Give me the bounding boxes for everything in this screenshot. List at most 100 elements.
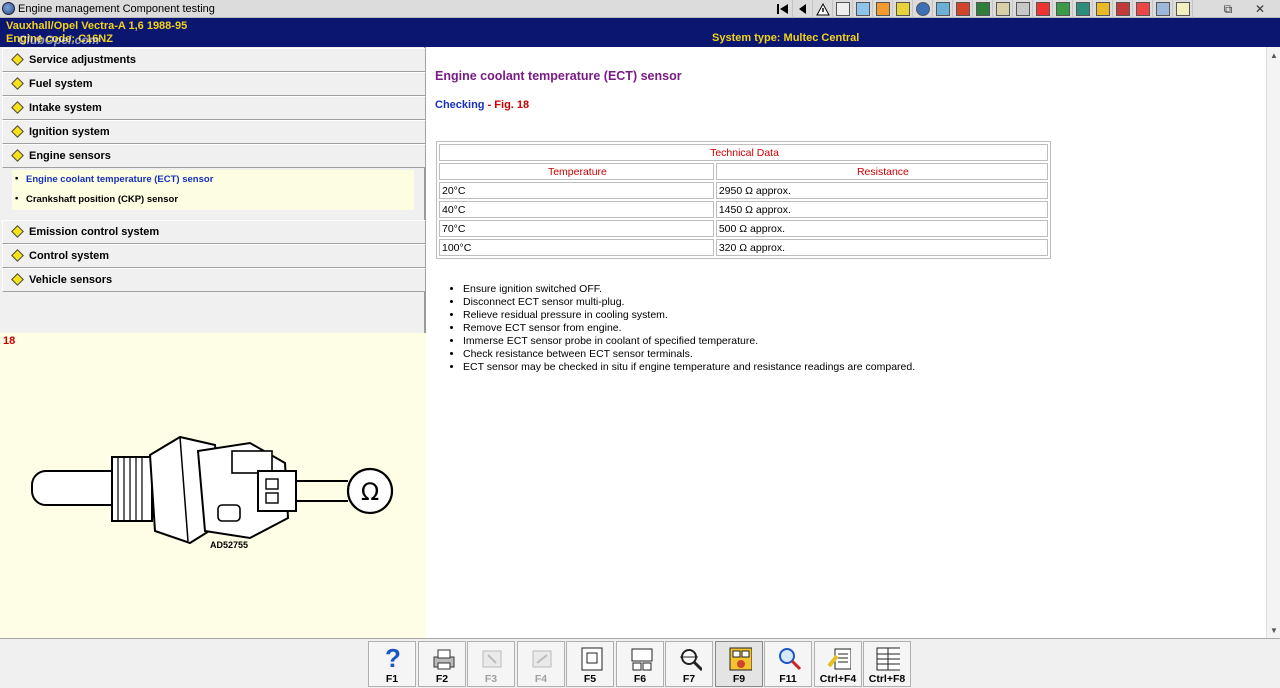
chart-icon[interactable]	[853, 0, 873, 18]
document2-icon[interactable]	[1173, 0, 1193, 18]
car3-icon[interactable]	[1053, 0, 1073, 18]
nav-control-system[interactable]: Control system	[2, 244, 426, 268]
svg-text:?: ?	[385, 645, 401, 673]
table-icon	[876, 645, 900, 673]
f6-button[interactable]: F6	[616, 641, 664, 687]
f7-button[interactable]: F7	[665, 641, 713, 687]
app-icon	[2, 2, 15, 15]
nav-emission-control[interactable]: Emission control system	[2, 220, 426, 244]
resistance-cell: 500 Ω approx.	[715, 220, 1048, 237]
resistance-cell: 320 Ω approx.	[715, 239, 1048, 256]
nav-service-adjustments[interactable]: Service adjustments	[2, 48, 426, 72]
diamond-icon	[11, 249, 24, 262]
fkey-label: F5	[583, 673, 597, 685]
car2-icon[interactable]	[1033, 0, 1053, 18]
table-row: 100°C 320 Ω approx.	[439, 239, 1048, 256]
temperature-cell: 70°C	[439, 220, 714, 237]
search-tool-icon	[678, 645, 702, 673]
list-item: Remove ECT sensor from engine.	[463, 322, 915, 335]
vertical-scrollbar[interactable]: ▲ ▼	[1266, 47, 1280, 638]
list-item: ECT sensor may be checked in situ if eng…	[463, 361, 915, 374]
nav-label: Engine sensors	[29, 150, 111, 162]
magnify-icon	[777, 645, 801, 673]
nav-label: Intake system	[29, 102, 102, 114]
column-header-resistance: Resistance	[715, 163, 1048, 180]
checking-label: Checking	[435, 99, 485, 111]
prev-page-icon[interactable]	[793, 0, 813, 18]
resistance-cell: 2950 Ω approx.	[715, 182, 1048, 199]
battery-icon[interactable]	[973, 0, 993, 18]
car-icon[interactable]	[1013, 0, 1033, 18]
f5-button[interactable]: F5	[566, 641, 614, 687]
nav-engine-sensors[interactable]: Engine sensors	[2, 144, 426, 168]
f2-print-button[interactable]: F2	[418, 641, 466, 687]
connector-icon	[629, 645, 653, 673]
nav-label: Service adjustments	[29, 54, 136, 66]
palette-icon[interactable]	[873, 0, 893, 18]
bulb-icon[interactable]	[1113, 0, 1133, 18]
fkey-label: F11	[779, 673, 797, 685]
f11-button[interactable]: F11	[764, 641, 812, 687]
first-page-icon[interactable]	[773, 0, 793, 18]
document-icon[interactable]	[833, 0, 853, 18]
car6-icon[interactable]	[1153, 0, 1173, 18]
scroll-up-icon[interactable]: ▲	[1270, 51, 1278, 60]
notes-icon	[827, 645, 851, 673]
sub-item-ect-sensor[interactable]: Engine coolant temperature (ECT) sensor	[15, 173, 213, 185]
table-caption: Technical Data	[439, 144, 1048, 161]
system-type: System type: Multec Central	[712, 32, 860, 44]
list-item: Disconnect ECT sensor multi-plug.	[463, 296, 915, 309]
restore-button[interactable]: ⧉	[1215, 0, 1241, 18]
list-item: Check resistance between ECT sensor term…	[463, 348, 915, 361]
f4-button[interactable]: F4	[517, 641, 565, 687]
help-icon: ?	[381, 645, 405, 673]
figure-code: AD52755	[210, 540, 249, 550]
f9-button[interactable]: F9	[715, 641, 763, 687]
f1-help-button[interactable]: ? F1	[368, 641, 416, 687]
fkey-label: F1	[385, 673, 399, 685]
circle-icon[interactable]	[913, 0, 933, 18]
nav-fuel-system[interactable]: Fuel system	[2, 72, 426, 96]
ctrl-f4-button[interactable]: Ctrl+F4	[814, 641, 862, 687]
vehicle-header: Vauxhall/Opel Vectra-A 1,6 1988-95 Engin…	[0, 18, 1280, 47]
printer-icon	[431, 645, 455, 673]
temperature-cell: 40°C	[439, 201, 714, 218]
component-icon	[728, 645, 752, 673]
f3-button[interactable]: F3	[467, 641, 515, 687]
title-bar: Engine management Component testing ⧉ ✕	[0, 0, 1280, 18]
warning2-icon[interactable]	[1133, 0, 1153, 18]
checking-separator: -	[484, 99, 495, 111]
wrench-icon[interactable]	[993, 0, 1013, 18]
gear-icon[interactable]	[893, 0, 913, 18]
watermark: ClubOpel.com	[18, 33, 100, 47]
fkey-label: F3	[484, 673, 498, 685]
car5-icon[interactable]	[1093, 0, 1113, 18]
nav-intake-system[interactable]: Intake system	[2, 96, 426, 120]
nav-ignition-system[interactable]: Ignition system	[2, 120, 426, 144]
sub-item-ckp-sensor[interactable]: Crankshaft position (CKP) sensor	[15, 193, 178, 205]
nav-label: Vehicle sensors	[29, 274, 113, 286]
close-button[interactable]: ✕	[1247, 0, 1273, 18]
page-title: Engine coolant temperature (ECT) sensor	[435, 69, 682, 83]
car4-icon[interactable]	[1073, 0, 1093, 18]
chart2-icon[interactable]	[953, 0, 973, 18]
list-item: Ensure ignition switched OFF.	[463, 283, 915, 296]
list-item: Immerse ECT sensor probe in coolant of s…	[463, 335, 915, 348]
temperature-cell: 100°C	[439, 239, 714, 256]
fkey-label: F6	[633, 673, 647, 685]
diamond-icon	[11, 225, 24, 238]
fkey-label: Ctrl+F4	[819, 673, 857, 685]
nav-label: Fuel system	[29, 78, 93, 90]
disabled-tool2-icon	[530, 645, 554, 673]
fkey-label: F2	[435, 673, 449, 685]
figure-link[interactable]: Fig. 18	[494, 99, 529, 111]
tool-icon[interactable]	[933, 0, 953, 18]
scroll-down-icon[interactable]: ▼	[1270, 626, 1278, 635]
diamond-icon	[11, 125, 24, 138]
nav-label: Emission control system	[29, 226, 160, 238]
function-key-bar: ? F1 F2 F3 F4 F5 F6 F7 F9 F11 Ctrl+F4 Ct…	[0, 638, 1280, 688]
table-row: 40°C 1450 Ω approx.	[439, 201, 1048, 218]
ctrl-f8-button[interactable]: Ctrl+F8	[863, 641, 911, 687]
nav-vehicle-sensors[interactable]: Vehicle sensors	[2, 268, 426, 292]
warning-icon[interactable]	[813, 0, 833, 18]
